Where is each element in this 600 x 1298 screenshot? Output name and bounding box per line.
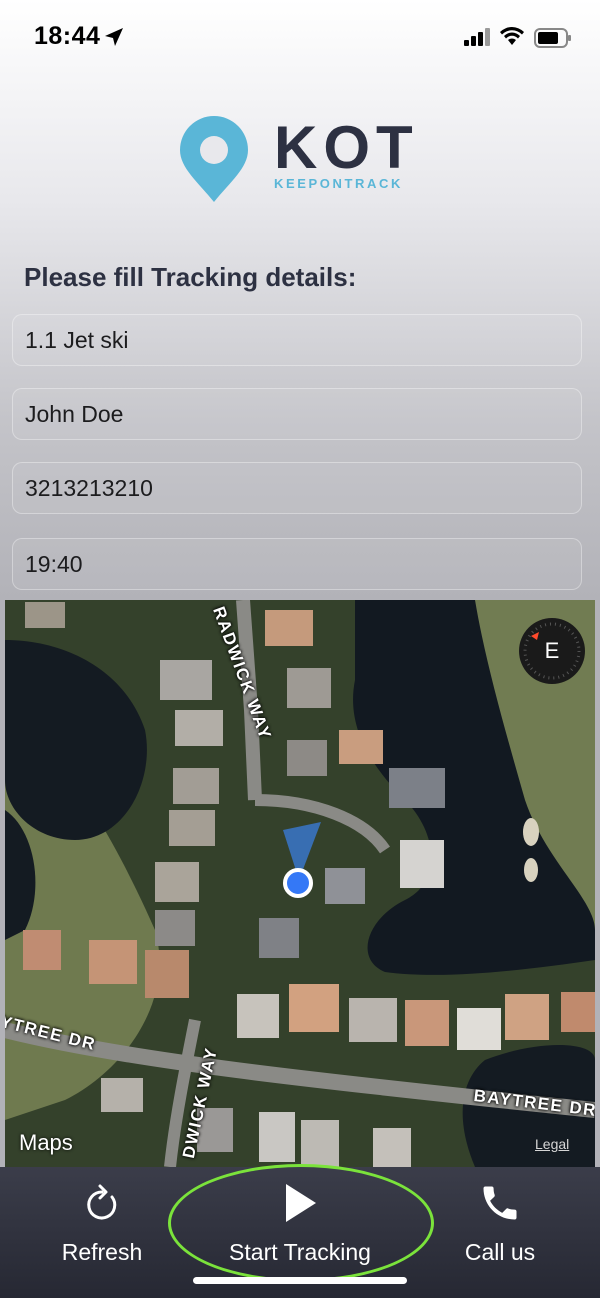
start-tracking-highlight-ring (168, 1164, 434, 1282)
cellular-signal-icon (464, 28, 490, 46)
refresh-label: Refresh (61, 1239, 143, 1265)
phone-field[interactable]: 3213213210 (12, 462, 582, 514)
status-bar: 18:44 (0, 0, 600, 80)
refresh-button[interactable]: Refresh (50, 1181, 154, 1266)
phone-icon (483, 1186, 517, 1220)
legal-link[interactable]: Legal (535, 1136, 569, 1152)
logo-name: KOT (274, 114, 419, 181)
logo-tagline: KEEPONTRACK (274, 176, 403, 191)
status-time: 18:44 (34, 22, 101, 50)
call-us-button[interactable]: Call us (450, 1181, 550, 1266)
location-arrow-icon (105, 28, 123, 46)
vessel-field[interactable]: 1.1 Jet ski (12, 314, 582, 366)
name-field[interactable]: John Doe (12, 388, 582, 440)
battery-icon (534, 28, 571, 48)
compass-heading: E (544, 638, 560, 663)
wifi-icon (500, 27, 524, 45)
maps-attribution-text: Maps (19, 1130, 73, 1155)
home-indicator[interactable] (193, 1277, 407, 1284)
map-pin-logo-icon (180, 116, 248, 202)
kot-logo: KOT KEEPONTRACK (178, 116, 438, 206)
map-view[interactable]: RADWICK WAY YTREE DR DWICK WAY BAYTREE D… (5, 600, 595, 1167)
time-field[interactable]: 19:40 (12, 538, 582, 590)
user-location-dot (283, 868, 313, 898)
compass-button[interactable]: E (519, 618, 585, 684)
apple-maps-attribution: Maps (19, 1130, 73, 1156)
refresh-icon (87, 1184, 117, 1220)
call-us-label: Call us (464, 1239, 536, 1265)
form-heading: Please fill Tracking details: (24, 262, 357, 292)
